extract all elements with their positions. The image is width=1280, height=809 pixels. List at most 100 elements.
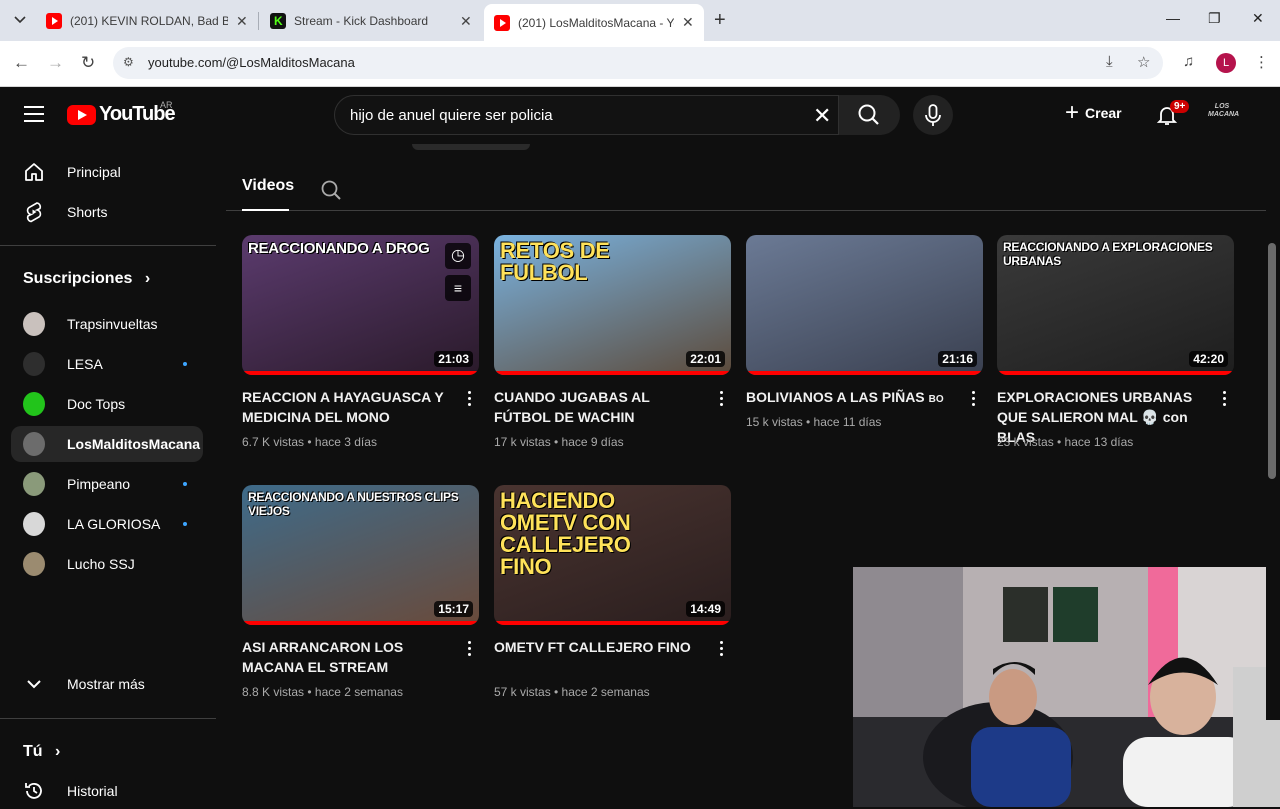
video-thumbnail[interactable]: REACCIONANDO A EXPLORACIONES URBANAS 42:2… <box>997 235 1234 375</box>
create-button[interactable]: + Crear <box>1065 101 1122 125</box>
video-duration: 15:17 <box>434 601 473 617</box>
subscriptions-header[interactable]: Suscripciones › <box>23 270 150 288</box>
install-app-icon[interactable]: ⤓ <box>1106 53 1113 70</box>
more-actions-icon[interactable] <box>468 391 472 409</box>
video-title[interactable]: CUANDO JUGABAS AL FÚTBOL DE WACHIN <box>494 387 702 427</box>
watch-progress-bar <box>494 621 731 625</box>
subscription-item[interactable]: Trapsinvueltas <box>11 306 203 342</box>
more-actions-icon[interactable] <box>468 641 472 659</box>
subscription-label: Lucho SSJ <box>67 556 135 572</box>
subscription-label: LosMalditosMacana <box>67 436 201 452</box>
video-title[interactable]: BOLIVIANOS A LAS PIÑAS BO <box>746 387 954 410</box>
channel-tabs: Videos <box>226 177 1266 211</box>
hamburger-menu-icon[interactable] <box>24 106 44 122</box>
video-title[interactable]: ASI ARRANCARON LOS MACANA EL STREAM <box>242 637 450 677</box>
browser-tab[interactable]: Stream - Kick Dashboard ✕ <box>260 6 482 36</box>
avatar <box>23 312 45 336</box>
video-meta: 15 k vistas • hace 11 días <box>746 415 882 429</box>
sidebar-item-principal[interactable]: Principal <box>11 154 203 190</box>
video-meta: 17 k vistas • hace 9 días <box>494 435 624 449</box>
more-actions-icon[interactable] <box>720 641 724 659</box>
tab-title: Stream - Kick Dashboard <box>294 14 429 28</box>
close-icon[interactable]: ✕ <box>236 13 248 30</box>
media-control-icon[interactable]: ♫ <box>1183 53 1194 70</box>
subscription-label: Trapsinvueltas <box>67 316 158 332</box>
sidebar-divider <box>0 245 216 246</box>
channel-search-icon[interactable] <box>320 179 342 206</box>
avatar <box>23 392 45 416</box>
video-meta: 23 k vistas • hace 13 días <box>997 435 1134 449</box>
avatar <box>23 472 45 496</box>
subscription-item[interactable]: LosMalditosMacana <box>11 426 203 462</box>
history-icon <box>23 780 45 802</box>
video-title-text: CUANDO JUGABAS AL FÚTBOL DE WACHIN <box>494 389 650 425</box>
video-thumbnail[interactable]: HACIENDO OMETV CON CALLEJERO FINO 14:49 <box>494 485 731 625</box>
more-actions-icon[interactable] <box>972 391 976 409</box>
channel-avatar-icon <box>23 352 45 376</box>
you-header[interactable]: Tú › <box>23 743 60 761</box>
reload-icon[interactable]: ↻ <box>81 53 95 73</box>
site-info-icon[interactable]: ⚙ <box>123 55 134 69</box>
video-thumbnail[interactable]: REACCIONANDO A DROG 21:03 ◷ ≡ <box>242 235 479 375</box>
video-meta: 6.7 K vistas • hace 3 días <box>242 435 377 449</box>
watch-later-icon[interactable]: ◷ <box>445 243 471 269</box>
clear-search-icon[interactable]: ✕ <box>813 103 831 129</box>
scrollbar-thumb[interactable] <box>1268 243 1276 479</box>
minimize-icon[interactable]: — <box>1166 10 1180 26</box>
video-title[interactable]: REACCION A HAYAGUASCA Y MEDICINA DEL MON… <box>242 387 450 427</box>
thumbnail-text: RETOS DE FULBOL <box>500 238 610 285</box>
tab-search-icon[interactable] <box>8 8 32 32</box>
tab-videos[interactable]: Videos <box>242 177 294 211</box>
thumbnail-text: HACIENDO OMETV CON CALLEJERO FINO <box>500 488 631 579</box>
window-close-icon[interactable]: ✕ <box>1252 10 1264 27</box>
subscription-label: Doc Tops <box>67 396 126 412</box>
microphone-icon <box>925 104 941 126</box>
flag-suffix: BO <box>928 394 944 405</box>
channel-avatar-icon <box>23 472 45 496</box>
watch-progress-bar <box>746 371 983 375</box>
bookmark-star-icon[interactable]: ☆ <box>1137 53 1150 71</box>
browser-tab[interactable]: (201) KEVIN ROLDAN, Bad Bunny ✕ <box>36 6 258 36</box>
search-button[interactable] <box>838 95 900 135</box>
subscription-item[interactable]: LA GLORIOSA <box>11 506 203 542</box>
forward-icon[interactable]: → <box>47 53 64 73</box>
close-icon[interactable]: ✕ <box>682 14 694 31</box>
youtube-icon <box>494 14 510 31</box>
subscription-item[interactable]: LESA <box>11 346 203 382</box>
sidebar-item-historial[interactable]: Historial <box>11 773 203 809</box>
watch-progress-bar <box>242 621 479 625</box>
account-avatar[interactable]: LOS MACANA <box>1208 103 1239 127</box>
filter-chip[interactable] <box>412 144 530 150</box>
youtube-logo[interactable]: YouTube AR <box>67 100 176 126</box>
new-tab-button[interactable]: + <box>714 9 726 32</box>
add-to-queue-icon[interactable]: ≡ <box>445 275 471 301</box>
sidebar-item-shorts[interactable]: Shorts <box>11 194 203 230</box>
tab-separator <box>258 12 259 30</box>
subscription-item[interactable]: Doc Tops <box>11 386 203 422</box>
search-box[interactable]: hijo de anuel quiere ser policia ✕ <box>334 95 900 135</box>
address-bar[interactable]: ⚙ youtube.com/@LosMalditosMacana <box>113 47 1163 79</box>
show-more-button[interactable]: Mostrar más <box>11 666 203 702</box>
watch-progress-bar <box>494 371 731 375</box>
video-title-text: BOLIVIANOS A LAS PIÑAS <box>746 389 925 405</box>
subscription-item[interactable]: Lucho SSJ <box>11 546 203 582</box>
menu-kebab-icon[interactable]: ⋮ <box>1254 53 1269 71</box>
profile-avatar[interactable]: L <box>1216 53 1236 73</box>
video-thumbnail[interactable]: 21:16 <box>746 235 983 375</box>
browser-tab-active[interactable]: (201) LosMalditosMacana - YouTube ✕ <box>484 4 704 41</box>
subscription-item[interactable]: Pimpeano <box>11 466 203 502</box>
video-thumbnail[interactable]: RETOS DE FULBOL 22:01 <box>494 235 731 375</box>
video-title[interactable]: OMETV FT CALLEJERO FINO <box>494 637 702 657</box>
youtube-play-icon <box>67 104 96 125</box>
more-actions-icon[interactable] <box>1223 391 1227 409</box>
voice-search-button[interactable] <box>913 95 953 135</box>
subscription-label: LESA <box>67 356 103 372</box>
search-input[interactable]: hijo de anuel quiere ser policia <box>350 107 553 124</box>
close-icon[interactable]: ✕ <box>460 13 472 30</box>
thumbnail-text: REACCIONANDO A DROG <box>248 240 430 257</box>
sidebar-item-label: Principal <box>67 164 121 180</box>
more-actions-icon[interactable] <box>720 391 724 409</box>
restore-icon[interactable]: ❐ <box>1208 10 1221 27</box>
video-thumbnail[interactable]: REACCIONANDO A NUESTROS CLIPS VIEJOS 15:1… <box>242 485 479 625</box>
back-icon[interactable]: ← <box>13 53 30 73</box>
